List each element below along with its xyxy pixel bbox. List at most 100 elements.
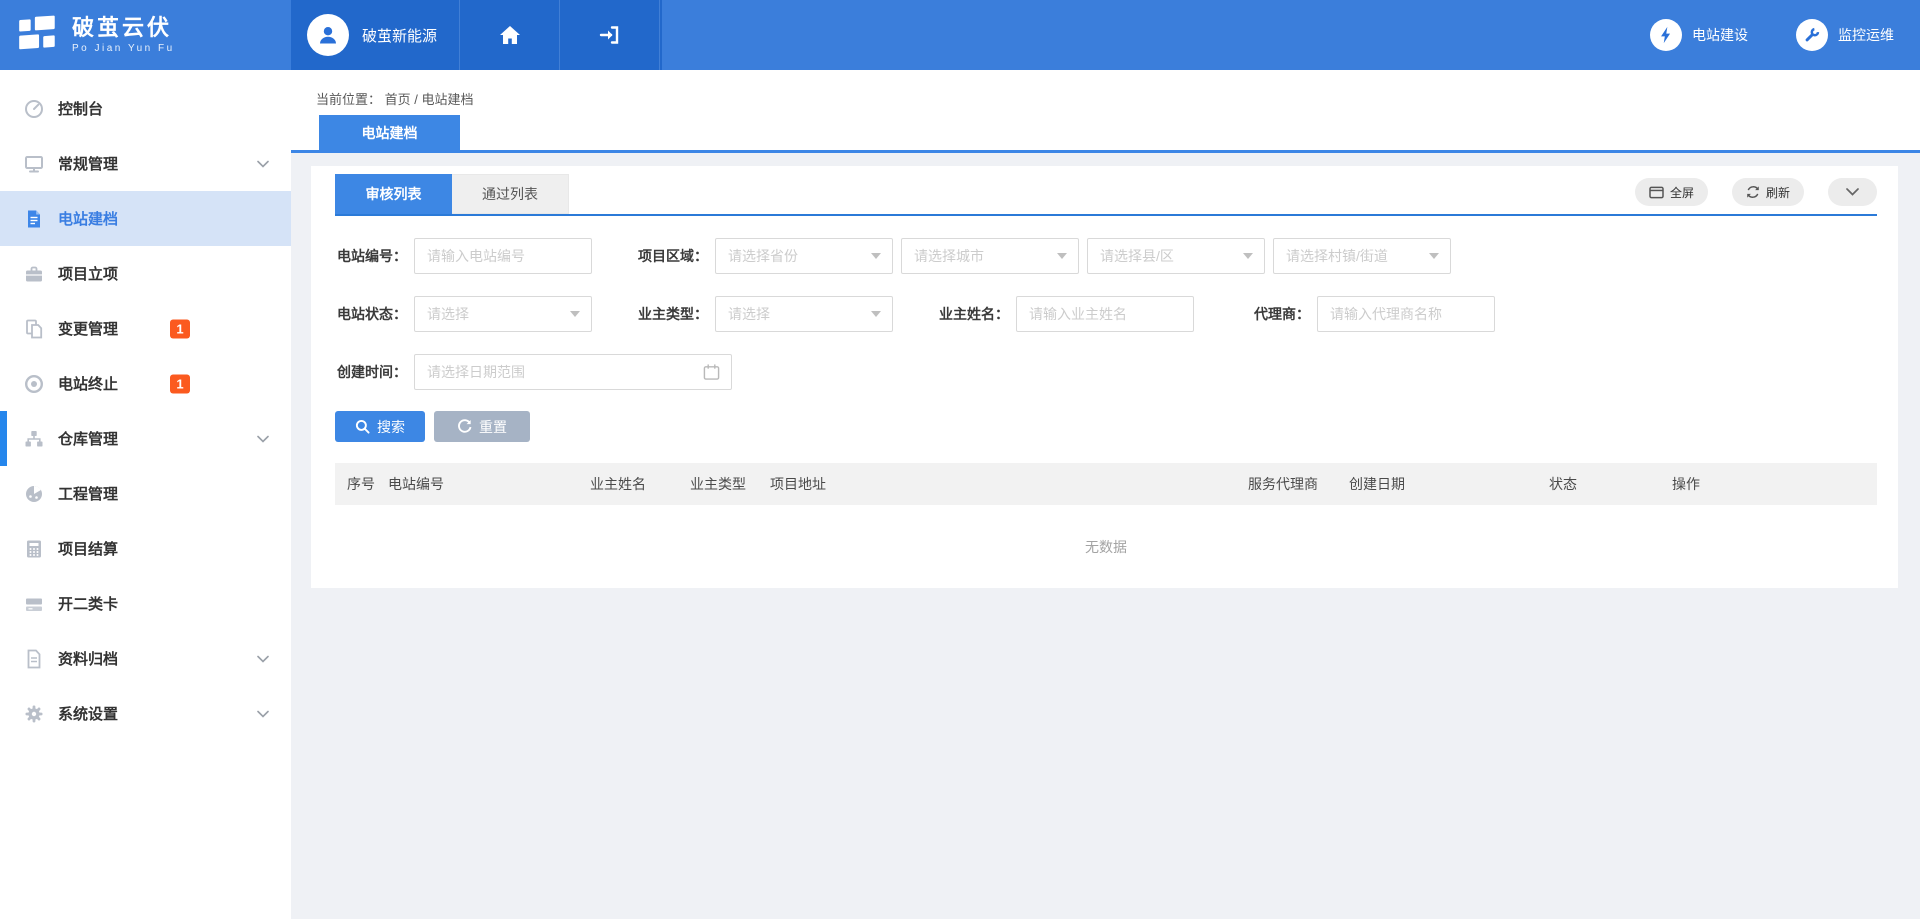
panel-tab-strip: 审核列表 通过列表 全屏 [335, 174, 1877, 214]
company-name: 破茧新能源 [362, 25, 437, 46]
reset-icon [457, 419, 472, 434]
chevron-down-icon [257, 435, 269, 443]
lightning-icon [1657, 26, 1675, 44]
logout-button[interactable] [560, 0, 660, 70]
tab-passed-list[interactable]: 通过列表 [452, 174, 569, 214]
reset-button[interactable]: 重置 [434, 411, 530, 442]
top-header: 破茧云伏 Po Jian Yun Fu 破茧新能源 [0, 0, 1920, 70]
sidebar-item-system-settings[interactable]: 系统设置 [0, 686, 291, 741]
tab-review-list[interactable]: 审核列表 [335, 174, 452, 214]
chevron-down-icon [257, 160, 269, 168]
search-icon [355, 419, 370, 434]
app-window: 破茧云伏 Po Jian Yun Fu 破茧新能源 [0, 0, 1920, 919]
target-icon [24, 374, 44, 394]
sidebar-item-station-termination[interactable]: 电站终止 1 [0, 356, 291, 411]
bank-card-icon [24, 594, 44, 614]
station-no-label: 电站编号： [335, 246, 407, 266]
main-content: 当前位置： 首页 / 电站建档 电站建档 审核列表 通过列表 [291, 70, 1920, 919]
col-header-project-address: 项目地址 [770, 474, 1248, 494]
sidebar-item-warehouse-management[interactable]: 仓库管理 [0, 411, 291, 466]
refresh-icon [1746, 185, 1760, 199]
nav-label: 监控运维 [1838, 25, 1894, 45]
results-table: 序号 电站编号 业主姓名 业主类型 项目地址 服务代理商 创建日期 状态 操作 … [335, 463, 1877, 588]
fullscreen-button[interactable]: 全屏 [1635, 178, 1708, 206]
breadcrumb: 当前位置： 首页 / 电站建档 [316, 92, 474, 107]
station-status-select[interactable]: 请选择 [414, 296, 592, 332]
agent-input[interactable] [1317, 296, 1495, 332]
document-icon [24, 209, 44, 229]
copy-icon [24, 319, 44, 339]
breadcrumb-separator: / [414, 92, 421, 107]
sidebar-item-change-management[interactable]: 变更管理 1 [0, 301, 291, 356]
sidebar-item-dashboard[interactable]: 控制台 [0, 81, 291, 136]
app-title: 破茧云伏 [72, 16, 175, 40]
collapse-button[interactable] [1828, 178, 1877, 206]
avatar[interactable] [307, 14, 349, 56]
form-actions: 搜索 重置 [335, 411, 1877, 442]
sidebar-item-station-filing[interactable]: 电站建档 [0, 191, 291, 246]
col-header-owner-name: 业主姓名 [590, 474, 690, 494]
region-label: 项目区域： [636, 246, 708, 266]
chevron-down-icon [1057, 253, 1067, 264]
col-header-status: 状态 [1549, 474, 1672, 494]
sidebar-item-open-class2-card[interactable]: 开二类卡 [0, 576, 291, 631]
sidebar-item-engineering-management[interactable]: 工程管理 [0, 466, 291, 521]
town-select[interactable]: 请选择村镇/街道 [1273, 238, 1451, 274]
owner-type-select[interactable]: 请选择 [715, 296, 893, 332]
chevron-down-icon [871, 311, 881, 322]
col-header-create-date: 创建日期 [1349, 474, 1549, 494]
app-subtitle: Po Jian Yun Fu [72, 43, 175, 54]
create-time-label: 创建时间： [335, 362, 407, 382]
chevron-down-icon [1243, 253, 1253, 264]
sidebar-item-project-settlement[interactable]: 项目结算 [0, 521, 291, 576]
pie-dashboard-icon [24, 484, 44, 504]
nav-monitoring-ops[interactable]: 监控运维 [1796, 19, 1894, 51]
empty-state-text: 无数据 [335, 505, 1877, 588]
user-account[interactable]: 破茧新能源 [291, 0, 460, 70]
province-select[interactable]: 请选择省份 [715, 238, 893, 274]
panel-tab-underline [335, 214, 1877, 216]
col-header-actions: 操作 [1672, 474, 1877, 494]
county-select[interactable]: 请选择县/区 [1087, 238, 1265, 274]
chevron-down-icon [1846, 188, 1859, 196]
chevron-down-icon [570, 311, 580, 322]
breadcrumb-current: 电站建档 [422, 92, 474, 107]
file-icon [24, 649, 44, 669]
fullscreen-icon [1649, 186, 1664, 199]
solar-panel-logo-icon [15, 12, 61, 58]
owner-name-label: 业主姓名： [937, 304, 1009, 324]
briefcase-icon [24, 264, 44, 284]
station-no-input[interactable] [414, 238, 592, 274]
page-tab-station-filing[interactable]: 电站建档 [319, 115, 460, 150]
calendar-icon [703, 364, 720, 381]
sidebar-item-project-initiation[interactable]: 项目立项 [0, 246, 291, 301]
nav-station-construction[interactable]: 电站建设 [1650, 19, 1748, 51]
chevron-down-icon [871, 253, 881, 264]
col-header-service-agent: 服务代理商 [1248, 474, 1349, 494]
header-account-section: 破茧新能源 [291, 0, 662, 70]
breadcrumb-bar: 当前位置： 首页 / 电站建档 [291, 70, 1920, 150]
home-button[interactable] [460, 0, 560, 70]
user-icon [316, 23, 340, 47]
sitemap-icon [24, 429, 44, 449]
home-icon [498, 24, 522, 46]
refresh-button[interactable]: 刷新 [1732, 178, 1804, 206]
col-header-index: 序号 [347, 474, 388, 494]
col-header-station-no: 电站编号 [388, 474, 590, 494]
col-header-owner-type: 业主类型 [690, 474, 770, 494]
wrench-icon [1803, 26, 1821, 44]
breadcrumb-home: 首页 [385, 92, 411, 107]
search-button[interactable]: 搜索 [335, 411, 425, 442]
chevron-down-icon [257, 655, 269, 663]
sidebar-item-data-archiving[interactable]: 资料归档 [0, 631, 291, 686]
notification-badge: 1 [170, 374, 190, 393]
tab-underline-rule [291, 150, 1920, 153]
owner-name-input[interactable] [1016, 296, 1194, 332]
breadcrumb-prefix: 当前位置： [316, 92, 381, 107]
sidebar-item-general-management[interactable]: 常规管理 [0, 136, 291, 191]
header-nav: 电站建设 监控运维 [1650, 0, 1894, 70]
filter-form: 电站编号： 项目区域： 请选择省份 请选择城市 [335, 238, 1877, 390]
date-range-input[interactable] [414, 354, 732, 390]
city-select[interactable]: 请选择城市 [901, 238, 1079, 274]
app-logo: 破茧云伏 Po Jian Yun Fu [0, 0, 291, 70]
